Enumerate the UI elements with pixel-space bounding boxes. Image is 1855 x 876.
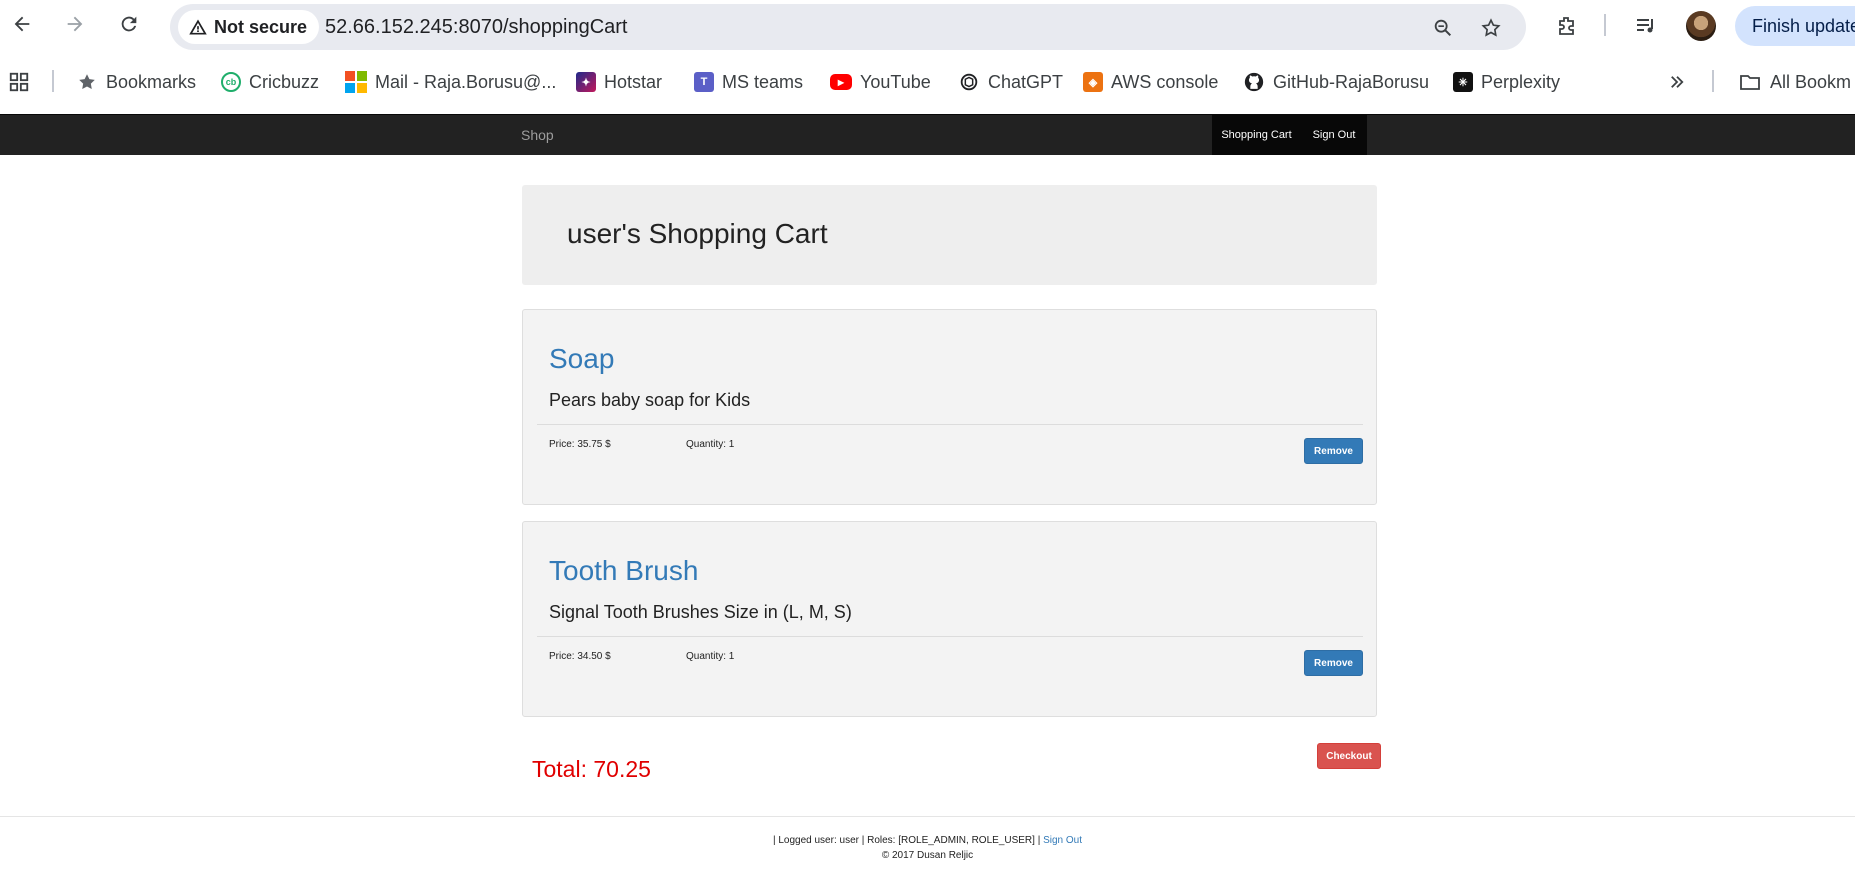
github-icon: [1244, 72, 1264, 92]
profile-avatar[interactable]: [1686, 11, 1716, 41]
forward-arrow-icon: [67, 16, 83, 32]
address-bar[interactable]: Not secure 52.66.152.245:8070/shoppingCa…: [170, 4, 1526, 50]
remove-button[interactable]: Remove: [1304, 438, 1363, 464]
microsoft-icon: [345, 71, 367, 93]
bookmark-label: Perplexity: [1481, 71, 1561, 92]
youtube-icon: ▶: [830, 74, 852, 90]
security-label: Not secure: [214, 16, 308, 37]
back-button[interactable]: [6, 8, 38, 40]
cart-item: Tooth Brush Signal Tooth Brushes Size in…: [522, 521, 1377, 717]
footer-divider: [0, 816, 1855, 817]
all-bookmarks-label: All Bookm: [1770, 71, 1852, 92]
star-icon: [79, 74, 95, 90]
media-queue-icon[interactable]: [1632, 12, 1660, 40]
item-name[interactable]: Tooth Brush: [549, 555, 698, 587]
bookmark-label: AWS console: [1111, 71, 1219, 92]
checkout-button[interactable]: Checkout: [1317, 743, 1381, 769]
all-bookmarks-folder[interactable]: All Bookm: [1738, 69, 1851, 95]
forward-button[interactable]: [59, 8, 91, 40]
bookmark-item[interactable]: cb Cricbuzz: [221, 69, 319, 95]
remove-button[interactable]: Remove: [1304, 650, 1363, 676]
bookmark-star-icon[interactable]: [1478, 15, 1504, 41]
item-quantity: Quantity: 1: [686, 651, 735, 662]
bookmarks-divider: [1712, 70, 1714, 92]
bookmark-label: ChatGPT: [988, 71, 1064, 92]
hotstar-icon: ✦: [576, 72, 596, 92]
bookmark-item[interactable]: Mail - Raja.Borusu@...: [345, 69, 556, 95]
bookmark-item[interactable]: GitHub-RajaBorusu: [1243, 69, 1429, 95]
item-price: Price: 35.75 $: [549, 439, 611, 450]
bookmark-item[interactable]: ◈ AWS console: [1083, 69, 1218, 95]
bookmark-item[interactable]: Bookmarks: [76, 69, 196, 95]
cart-item: Soap Pears baby soap for Kids Price: 35.…: [522, 309, 1377, 505]
perplexity-icon: ✳: [1453, 72, 1473, 92]
bookmarks-divider: [52, 70, 54, 92]
footer-sign-out-link[interactable]: Sign Out: [1043, 835, 1082, 846]
browser-toolbar: Not secure 52.66.152.245:8070/shoppingCa…: [0, 0, 1855, 50]
toolbar-divider: [1604, 14, 1606, 36]
nav-sign-out[interactable]: Sign Out: [1301, 115, 1367, 155]
bookmark-item[interactable]: ✦ Hotstar: [576, 69, 662, 95]
bookmark-item[interactable]: T MS teams: [694, 69, 803, 95]
url-text[interactable]: 52.66.152.245:8070/shoppingCart: [325, 16, 627, 39]
bookmarks-bar: Bookmarks cb Cricbuzz Mail - Raja.Borusu…: [0, 58, 1855, 108]
item-quantity: Quantity: 1: [686, 439, 735, 450]
warning-icon: [189, 19, 207, 35]
bookmark-label: YouTube: [860, 71, 931, 92]
chatgpt-icon: [960, 73, 978, 91]
cart-total: Total: 70.25: [532, 756, 651, 782]
footer-user-line: | Logged user: user | Roles: [ROLE_ADMIN…: [0, 833, 1855, 848]
reload-button[interactable]: [113, 8, 145, 40]
bookmark-label: GitHub-RajaBorusu: [1273, 71, 1430, 92]
item-name[interactable]: Soap: [549, 343, 614, 375]
bookmark-item[interactable]: ✳ Perplexity: [1453, 69, 1560, 95]
back-arrow-icon: [14, 16, 30, 32]
apps-grid-icon[interactable]: [8, 69, 30, 95]
security-indicator[interactable]: Not secure: [178, 10, 320, 44]
folder-icon: [1740, 75, 1760, 90]
item-price: Price: 34.50 $: [549, 651, 611, 662]
copyright: © 2017 Dusan Reljic: [881, 850, 974, 861]
bookmark-label: MS teams: [722, 71, 804, 92]
item-divider: [537, 636, 1363, 637]
reload-icon: [121, 16, 137, 32]
finish-update-button[interactable]: Finish update: [1735, 6, 1855, 46]
item-description: Signal Tooth Brushes Size in (L, M, S): [549, 602, 852, 622]
logged-user-info: | Logged user: user | Roles: [ROLE_ADMIN…: [772, 835, 1041, 846]
app-navbar: Shop Shopping Cart Sign Out: [0, 114, 1855, 155]
brand-link[interactable]: Shop: [521, 127, 554, 143]
more-bookmarks-button[interactable]: [1668, 69, 1686, 95]
bookmark-label: Hotstar: [604, 71, 663, 92]
bookmark-label: Cricbuzz: [249, 71, 320, 92]
item-divider: [537, 424, 1363, 425]
aws-icon: ◈: [1083, 72, 1103, 92]
chevron-double-right-icon: [1671, 76, 1684, 88]
bookmark-item[interactable]: ChatGPT: [958, 69, 1063, 95]
page-title: user's Shopping Cart: [567, 218, 828, 249]
teams-icon: T: [694, 72, 714, 92]
item-description: Pears baby soap for Kids: [549, 390, 751, 410]
cart-header-panel: user's Shopping Cart: [522, 185, 1377, 285]
cricbuzz-icon: cb: [221, 72, 241, 92]
zoom-icon[interactable]: [1430, 15, 1456, 41]
bookmark-item[interactable]: ▶ YouTube: [830, 69, 931, 95]
nav-shopping-cart[interactable]: Shopping Cart: [1212, 115, 1301, 155]
extensions-icon[interactable]: [1553, 12, 1581, 40]
bookmark-label: Bookmarks: [106, 71, 197, 92]
bookmark-label: Mail - Raja.Borusu@...: [375, 71, 557, 92]
footer: | Logged user: user | Roles: [ROLE_ADMIN…: [0, 833, 1855, 863]
